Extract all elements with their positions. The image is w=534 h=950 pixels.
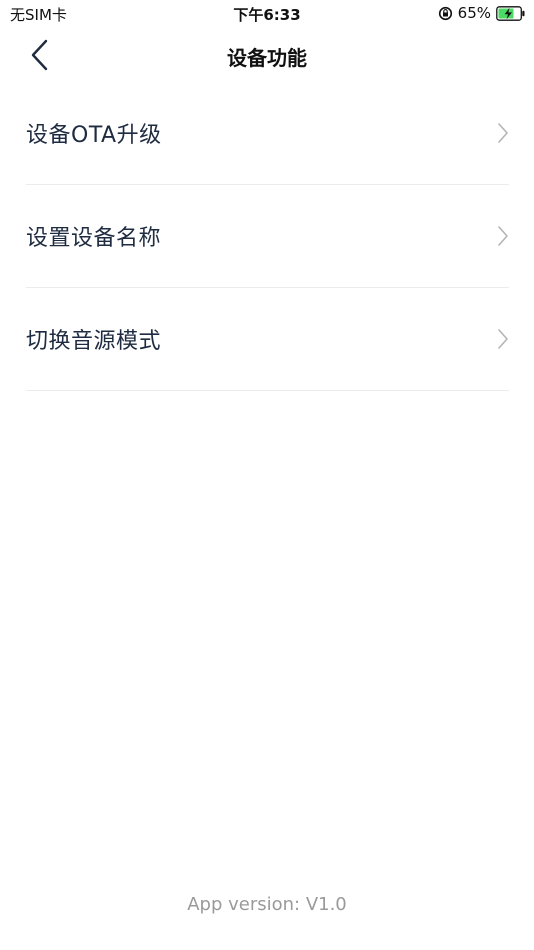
battery-percent: 65% (457, 4, 491, 22)
orientation-lock-icon (438, 6, 453, 21)
status-bar: 无SIM卡 下午6:33 65% (0, 0, 534, 28)
screen: 无SIM卡 下午6:33 65% 设备功能 设备OTA升级 设置设备名称 切换音… (0, 0, 534, 950)
page-title: 设备功能 (227, 46, 307, 70)
menu-item-set-device-name[interactable]: 设置设备名称 (26, 185, 509, 288)
menu-item-label: 设置设备名称 (26, 226, 162, 251)
menu-item-label: 切换音源模式 (26, 329, 162, 354)
battery-charging-icon (496, 5, 526, 21)
chevron-right-icon (498, 123, 508, 143)
nav-bar: 设备功能 (0, 28, 534, 80)
menu-item-ota-upgrade[interactable]: 设备OTA升级 (26, 82, 509, 185)
menu-list: 设备OTA升级 设置设备名称 切换音源模式 (26, 82, 509, 391)
status-right-group: 65% (438, 4, 526, 22)
chevron-right-icon (498, 226, 508, 246)
menu-item-label: 设备OTA升级 (26, 123, 162, 148)
menu-item-switch-audio-source[interactable]: 切换音源模式 (26, 288, 509, 391)
chevron-right-icon (498, 329, 508, 349)
app-version-label: App version: V1.0 (187, 894, 347, 915)
